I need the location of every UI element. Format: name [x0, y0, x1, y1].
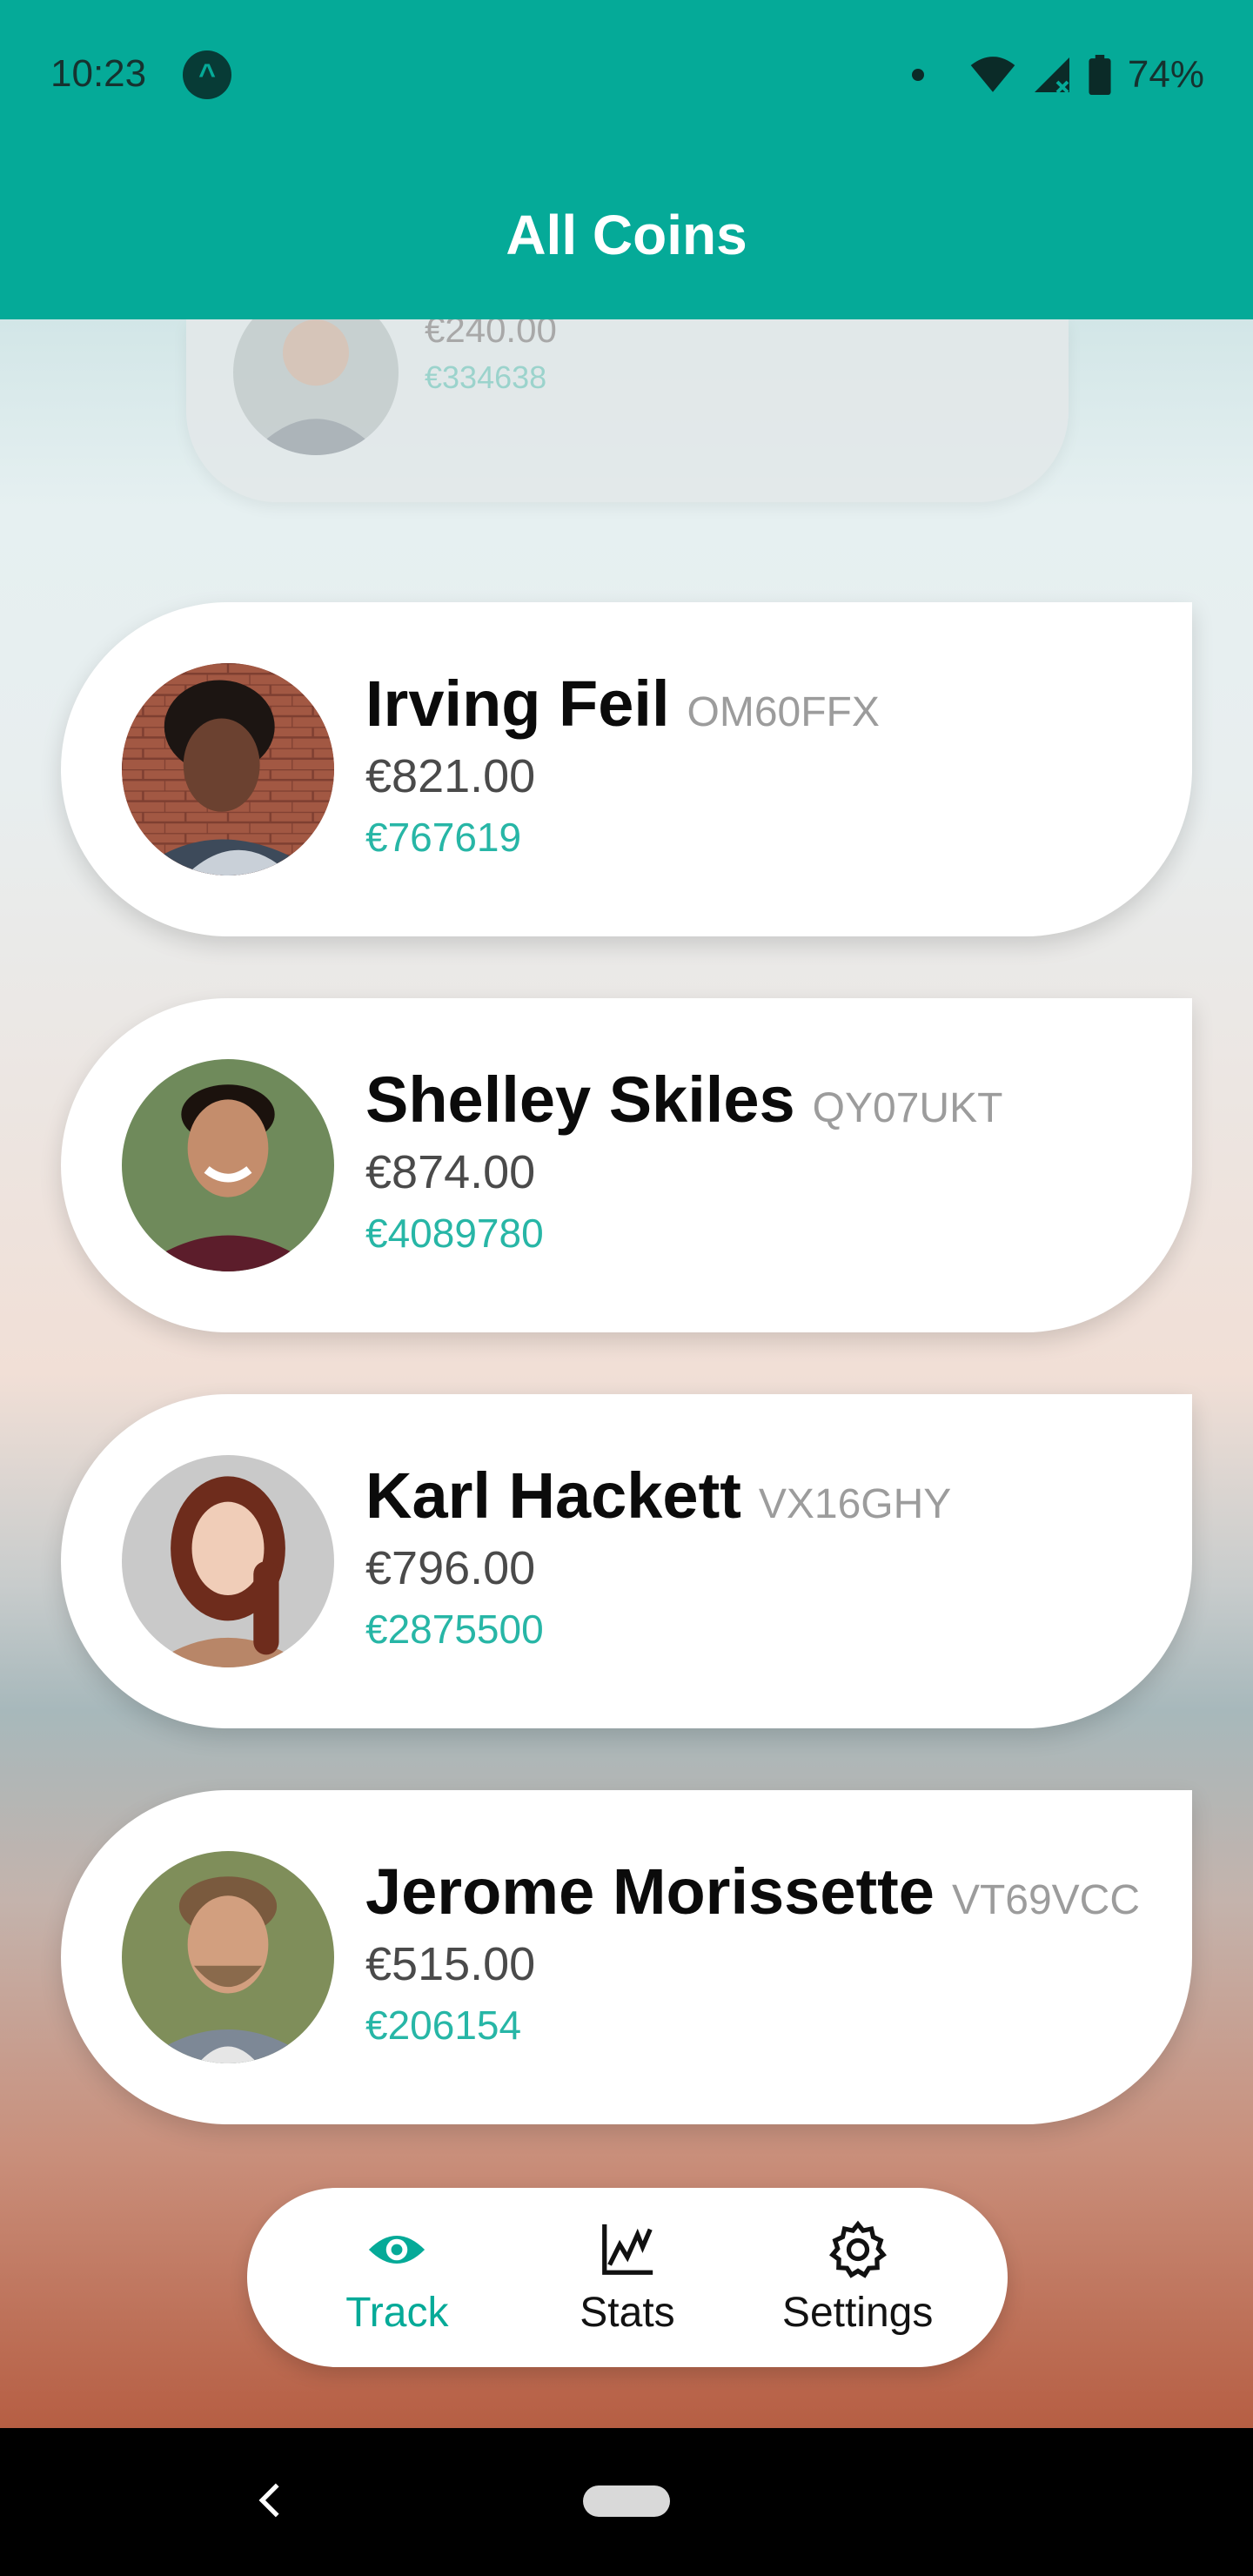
- coin-price: €796.00: [365, 1542, 536, 1594]
- battery-percentage: 74%: [1127, 53, 1204, 96]
- avatar: [122, 1455, 334, 1667]
- avatar: [122, 1059, 334, 1271]
- coin-name: Karl Hackett: [365, 1459, 741, 1532]
- system-navigation-bar: [0, 2428, 1253, 2576]
- coin-card[interactable]: Irving Feil OM60FFX €821.00 €767619: [61, 602, 1192, 936]
- page-title: All Coins: [506, 203, 747, 266]
- coin-card[interactable]: €240.00 €334638: [186, 319, 1069, 502]
- app-notification-icon: ^: [183, 50, 231, 99]
- eye-icon: [369, 2235, 425, 2264]
- back-icon[interactable]: [252, 2470, 287, 2531]
- gear-icon: [828, 2220, 887, 2278]
- coin-volume: €206154: [365, 2002, 522, 2048]
- coin-volume: €767619: [365, 815, 522, 860]
- coin-price: €821.00: [365, 750, 536, 802]
- coin-card[interactable]: Shelley Skiles QY07UKT €874.00 €4089780: [61, 998, 1192, 1332]
- coin-price: €515.00: [365, 1938, 536, 1990]
- coin-volume: €334638: [425, 359, 547, 395]
- coin-volume: €2875500: [365, 1607, 544, 1652]
- nav-item-settings[interactable]: Settings: [754, 2204, 962, 2351]
- avatar: [233, 319, 399, 455]
- nav-label: Stats: [580, 2289, 675, 2336]
- coin-code: QY07UKT: [812, 1085, 1003, 1131]
- coin-code: VX16GHY: [758, 1481, 952, 1527]
- wifi-icon: [970, 57, 1015, 92]
- app-bar: All Coins: [0, 150, 1253, 319]
- nav-item-track[interactable]: Track: [292, 2204, 501, 2351]
- avatar: [122, 1851, 334, 2063]
- status-icons: 74%: [911, 50, 1204, 99]
- coin-name: Irving Feil: [365, 667, 670, 740]
- bottom-navigation: Track Stats Settings: [247, 2188, 1008, 2367]
- coin-list[interactable]: €240.00 €334638 Irving Feil OM60FFX €821…: [0, 319, 1253, 2428]
- status-bar: 10:23 ^ 74%: [0, 0, 1253, 150]
- nav-label: Track: [345, 2289, 449, 2336]
- battery-icon: [1089, 55, 1111, 95]
- cell-signal-icon: [1034, 57, 1069, 94]
- avatar: [122, 663, 334, 875]
- coin-name: Jerome Morissette: [365, 1855, 935, 1928]
- nav-item-stats[interactable]: Stats: [523, 2204, 732, 2351]
- coin-code: VT69VCC: [951, 1877, 1141, 1923]
- coin-price: €240.00: [425, 319, 557, 350]
- chart-icon: [602, 2224, 653, 2275]
- coin-card[interactable]: Jerome Morissette VT69VCC €515.00 €20615…: [61, 1790, 1192, 2124]
- coin-name: Shelley Skiles: [365, 1063, 795, 1136]
- coin-volume: €4089780: [365, 1211, 544, 1256]
- status-time: 10:23: [50, 52, 147, 95]
- coin-price: €874.00: [365, 1146, 536, 1198]
- coin-code: OM60FFX: [687, 689, 880, 735]
- home-button[interactable]: [583, 2485, 670, 2517]
- nav-label: Settings: [781, 2289, 934, 2336]
- notification-dot-icon: [911, 69, 924, 81]
- coin-card[interactable]: Karl Hackett VX16GHY €796.00 €2875500: [61, 1394, 1192, 1728]
